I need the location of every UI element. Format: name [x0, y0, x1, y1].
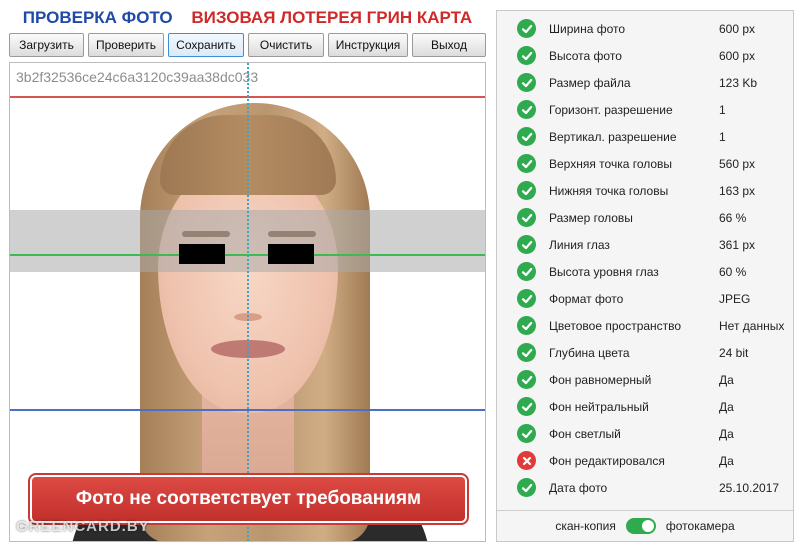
result-row: Высота уровня глаз 60 % — [497, 258, 793, 285]
photo-hash: 3b2f32536ce24c6a3120c39aa38dc033 — [16, 69, 259, 85]
camera-label: фотокамера — [665, 519, 735, 533]
check-circle-icon — [517, 316, 536, 335]
result-label: Фон редактировался — [549, 453, 665, 468]
result-label: Высота уровня глаз — [549, 264, 659, 279]
check-circle-icon — [517, 235, 536, 254]
exit-button[interactable]: Выход — [412, 33, 486, 57]
save-button[interactable]: Сохранить — [168, 33, 244, 57]
result-label: Вертикал. разрешение — [549, 129, 677, 144]
check-circle-icon — [517, 262, 536, 281]
title-green-card-lottery: ВИЗОВАЯ ЛОТЕРЕЯ ГРИН КАРТА — [191, 8, 473, 27]
result-row: Фон редактировался Да — [497, 447, 793, 474]
result-row: Фон нейтральный Да — [497, 393, 793, 420]
result-value: 25.10.2017 — [719, 480, 780, 495]
check-circle-icon — [517, 343, 536, 362]
clear-button[interactable]: Очистить — [248, 33, 324, 57]
photo-preview[interactable]: 3b2f32536ce24c6a3120c39aa38dc033 Фото не… — [9, 62, 486, 542]
result-label: Высота фото — [549, 48, 622, 63]
scan-copy-label: скан-копия — [555, 519, 616, 533]
result-label: Размер файла — [549, 75, 631, 90]
app-title: ПРОВЕРКА ФОТО ВИЗОВАЯ ЛОТЕРЕЯ ГРИН КАРТА — [0, 8, 495, 30]
result-label: Нижняя точка головы — [549, 183, 669, 198]
result-value: Да — [719, 372, 734, 387]
result-row: Фон светлый Да — [497, 420, 793, 447]
result-label: Верхняя точка головы — [549, 156, 673, 171]
result-label: Ширина фото — [549, 21, 626, 36]
result-row: Фон равномерный Да — [497, 366, 793, 393]
result-row: Размер файла 123 Kb — [497, 69, 793, 96]
result-label: Цветовое пространство — [549, 318, 682, 333]
check-circle-icon — [517, 397, 536, 416]
check-circle-icon — [517, 181, 536, 200]
result-label: Глубина цвета — [549, 345, 630, 360]
check-button[interactable]: Проверить — [88, 33, 164, 57]
result-value: 60 % — [719, 264, 747, 279]
instruction-button[interactable]: Инструкция — [328, 33, 408, 57]
result-value: 123 Kb — [719, 75, 758, 90]
result-row: Дата фото 25.10.2017 — [497, 474, 793, 501]
check-circle-icon — [517, 73, 536, 92]
result-value: Да — [719, 453, 734, 468]
result-label: Фон светлый — [549, 426, 621, 441]
result-label: Фон нейтральный — [549, 399, 649, 414]
toolbar: Загрузить Проверить Сохранить Очистить И… — [9, 33, 486, 57]
result-row: Линия глаз 361 px — [497, 231, 793, 258]
result-value: 1 — [719, 129, 726, 144]
result-value: 163 px — [719, 183, 756, 198]
result-value: 1 — [719, 102, 726, 117]
check-circle-icon — [517, 424, 536, 443]
result-value: Да — [719, 399, 734, 414]
result-value: 600 px — [719, 21, 756, 36]
check-circle-icon — [517, 19, 536, 38]
watermark: GREENCARD.BY — [16, 518, 150, 535]
check-circle-icon — [517, 154, 536, 173]
check-circle-icon — [517, 289, 536, 308]
check-circle-icon — [517, 127, 536, 146]
title-photo-check: ПРОВЕРКА ФОТО — [22, 8, 173, 27]
source-toggle-switch[interactable] — [625, 518, 656, 534]
upload-button[interactable]: Загрузить — [9, 33, 84, 57]
result-label: Размер головы — [549, 210, 633, 225]
result-row: Нижняя точка головы 163 px — [497, 177, 793, 204]
result-value: 361 px — [719, 237, 756, 252]
photo-warning-banner: Фото не соответствует требованиям — [28, 473, 469, 525]
result-row: Горизонт. разрешение 1 — [497, 96, 793, 123]
result-value: Нет данных — [719, 318, 785, 333]
result-value: 560 px — [719, 156, 756, 171]
results-panel: Ширина фото 600 px Высота фото 600 px Размер… — [496, 10, 794, 542]
result-row: Ширина фото 600 px — [497, 15, 793, 42]
result-row: Вертикал. разрешение 1 — [497, 123, 793, 150]
check-circle-icon — [517, 46, 536, 65]
toggle-knob — [641, 520, 654, 532]
result-label: Линия глаз — [549, 237, 610, 252]
result-row: Формат фото JPEG — [497, 285, 793, 312]
check-circle-icon — [517, 100, 536, 119]
result-label: Горизонт. разрешение — [549, 102, 673, 117]
result-value: 66 % — [719, 210, 747, 225]
result-value: JPEG — [719, 291, 751, 306]
check-circle-icon — [517, 208, 536, 227]
result-label: Фон равномерный — [549, 372, 652, 387]
result-label: Дата фото — [549, 480, 608, 495]
result-label: Формат фото — [549, 291, 624, 306]
result-row: Цветовое пространство Нет данных — [497, 312, 793, 339]
check-circle-icon — [517, 478, 536, 497]
result-value: 24 bit — [719, 345, 749, 360]
result-row: Глубина цвета 24 bit — [497, 339, 793, 366]
check-circle-icon — [517, 370, 536, 389]
cross-circle-icon — [517, 451, 536, 470]
left-eye-mask — [179, 244, 225, 264]
result-value: 600 px — [719, 48, 756, 63]
result-value: Да — [719, 426, 734, 441]
result-row: Размер головы 66 % — [497, 204, 793, 231]
results-list: Ширина фото 600 px Высота фото 600 px Размер… — [497, 15, 793, 501]
source-toggle-bar: скан-копия фотокамера — [497, 510, 793, 541]
center-guide-line — [247, 63, 249, 541]
result-row: Верхняя точка головы 560 px — [497, 150, 793, 177]
result-row: Высота фото 600 px — [497, 42, 793, 69]
right-eye-mask — [268, 244, 314, 264]
